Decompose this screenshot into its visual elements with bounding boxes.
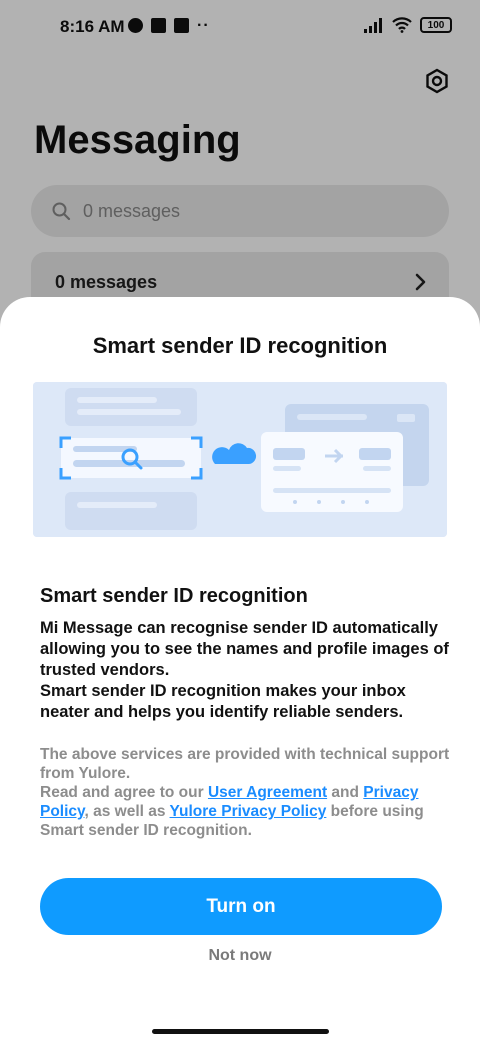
legal-agreement-text: Read and agree to our User Agreement and… — [40, 783, 450, 840]
user-agreement-link[interactable]: User Agreement — [208, 784, 327, 801]
not-now-button[interactable]: Not now — [0, 947, 480, 965]
sheet-title: Smart sender ID recognition — [92, 333, 388, 358]
description-paragraph-2: Smart sender ID recognition makes your i… — [40, 682, 406, 721]
turn-on-button[interactable]: Turn on — [40, 878, 442, 935]
section-heading: Smart sender ID recognition — [40, 585, 308, 607]
sender-id-illustration — [33, 382, 447, 537]
feature-description: Mi Message can recognise sender ID autom… — [40, 618, 450, 723]
legal-prefix: Read and agree to our — [40, 784, 208, 801]
yulore-privacy-policy-link[interactable]: Yulore Privacy Policy — [170, 803, 327, 820]
legal-as-well-as: , as well as — [84, 803, 170, 820]
description-paragraph-1: Mi Message can recognise sender ID autom… — [40, 619, 449, 679]
sender-id-bottom-sheet: Smart sender ID recognition Smart sender… — [0, 297, 480, 1040]
legal-and: and — [327, 784, 364, 801]
legal-provider-text: The above services are provided with tec… — [40, 746, 450, 782]
home-indicator[interactable] — [152, 1029, 329, 1034]
legal-text: The above services are provided with tec… — [40, 745, 450, 840]
